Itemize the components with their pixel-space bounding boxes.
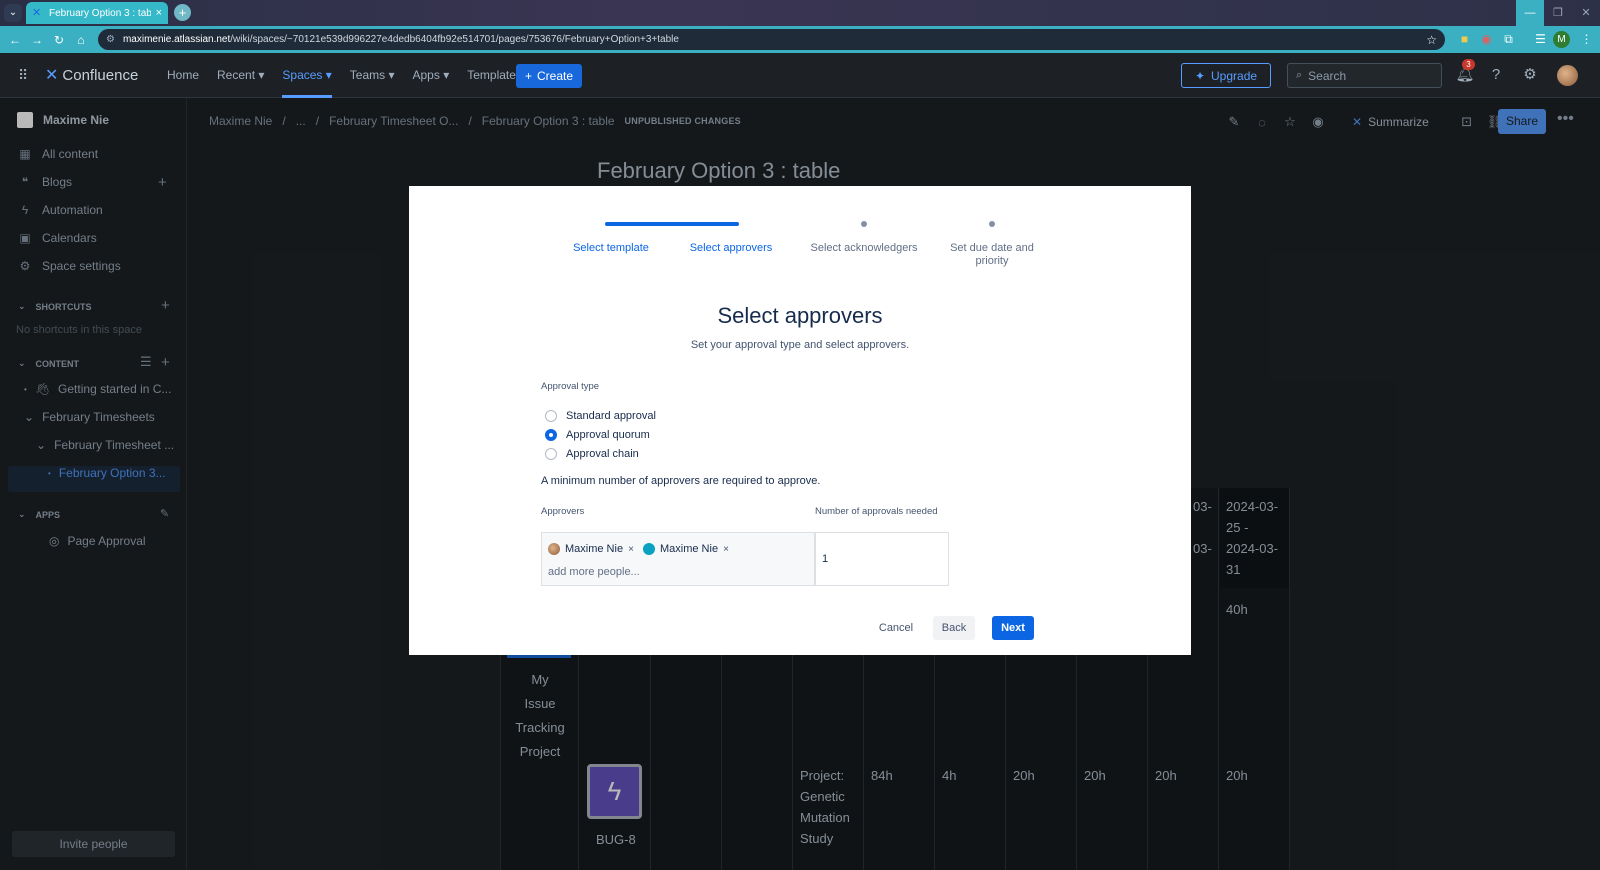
remove-approver-icon[interactable]: ×: [723, 544, 729, 555]
radio-button[interactable]: [545, 448, 557, 460]
address-bar[interactable]: ⚙ maximenie.atlassian.net/wiki/spaces/~7…: [98, 29, 1445, 50]
confluence-favicon-icon: ✕: [32, 7, 42, 19]
modal-title: Select approvers: [717, 303, 883, 328]
step-select-template: Select template: [573, 242, 649, 254]
upgrade-button[interactable]: ✦ Upgrade: [1181, 63, 1271, 88]
confluence-mark-icon: ✕: [45, 67, 59, 84]
sparkle-icon: ✦: [1194, 68, 1206, 83]
extensions-puzzle-icon[interactable]: ⧉: [1500, 31, 1517, 48]
nav-recent[interactable]: Recent ▾: [217, 53, 264, 98]
restore-button[interactable]: ❐: [1544, 0, 1572, 26]
step-dot: [861, 221, 867, 227]
notification-count-badge: 3: [1462, 59, 1475, 70]
nav-apps[interactable]: Apps ▾: [413, 53, 450, 98]
next-button[interactable]: Next: [992, 616, 1034, 640]
nav-templates[interactable]: Templates: [467, 53, 522, 98]
search-placeholder: Search: [1308, 68, 1347, 83]
user-avatar[interactable]: [1557, 65, 1578, 86]
reading-list-icon[interactable]: ☰: [1532, 31, 1549, 48]
step-select-approvers: Select approvers: [689, 242, 773, 254]
url-text: maximenie.atlassian.net/wiki/spaces/~701…: [122, 34, 679, 45]
browser-tab[interactable]: ✕ February Option 3 : table - Ma ×: [26, 2, 168, 24]
approver-chip: Maxime Nie ×: [643, 543, 729, 555]
approver-chip: Maxime Nie ×: [548, 543, 634, 555]
settings-gear-icon[interactable]: ⚙: [1520, 65, 1540, 85]
window-controls: — ❐ ✕: [1516, 0, 1600, 26]
profile-avatar[interactable]: M: [1553, 31, 1570, 48]
radio-button[interactable]: [545, 410, 557, 422]
step-set-due-date: Set due date and priority: [950, 242, 1034, 267]
approval-modal: Select template Select approvers Select …: [409, 186, 1191, 655]
site-info-icon[interactable]: ⚙: [106, 34, 115, 45]
extension-record-icon[interactable]: ◉: [1478, 31, 1495, 48]
radio-approval-quorum[interactable]: Approval quorum: [545, 429, 650, 441]
step-progress-bar: [605, 222, 739, 226]
nav-teams[interactable]: Teams ▾: [350, 53, 395, 98]
radio-button-selected[interactable]: [545, 429, 557, 441]
radio-standard-approval[interactable]: Standard approval: [545, 410, 656, 422]
approvers-label: Approvers: [541, 506, 585, 517]
num-approvals-label: Number of approvals needed: [815, 506, 938, 517]
reload-icon[interactable]: ↻: [48, 33, 70, 47]
product-name: Confluence: [62, 66, 139, 84]
num-approvals-input[interactable]: 1: [815, 532, 949, 586]
back-arrow-icon[interactable]: ←: [4, 33, 26, 47]
confluence-logo[interactable]: ✕ Confluence: [45, 65, 138, 85]
tab-title: February Option 3 : table - Ma: [49, 7, 151, 19]
cancel-button[interactable]: Cancel: [866, 616, 926, 640]
bookmark-star-icon[interactable]: ☆: [1426, 33, 1437, 47]
search-icon: ⌕: [1296, 69, 1303, 81]
forward-arrow-icon[interactable]: →: [26, 33, 48, 47]
tab-list-button[interactable]: ⌄: [4, 4, 22, 22]
window-close-button[interactable]: ✕: [1572, 0, 1600, 26]
approver-avatar: [548, 543, 560, 555]
step-dot: [989, 221, 995, 227]
add-people-input[interactable]: add more people...: [548, 566, 640, 578]
search-input[interactable]: ⌕ Search: [1287, 63, 1442, 88]
approval-type-label: Approval type: [541, 381, 600, 392]
new-tab-button[interactable]: +: [174, 4, 191, 21]
home-icon[interactable]: ⌂: [70, 33, 92, 47]
quorum-help-text: A minimum number of approvers are requir…: [541, 475, 821, 487]
back-button[interactable]: Back: [933, 616, 975, 640]
step-select-acknowledgers: Select acknowledgers: [810, 242, 918, 254]
minimize-button[interactable]: —: [1516, 0, 1544, 26]
browser-menu-icon[interactable]: ⋮: [1578, 31, 1595, 48]
app-header: ⠿ ✕ Confluence Home Recent ▾ Spaces ▾ Te…: [0, 53, 1600, 98]
top-navigation: Home Recent ▾ Spaces ▾ Teams ▾ Apps ▾ Te…: [167, 53, 522, 98]
create-button[interactable]: + Create: [516, 64, 582, 88]
approver-avatar: [643, 543, 655, 555]
radio-approval-chain[interactable]: Approval chain: [545, 448, 639, 460]
remove-approver-icon[interactable]: ×: [628, 544, 634, 555]
nav-home[interactable]: Home: [167, 53, 199, 98]
extension-notes-icon[interactable]: ■: [1456, 31, 1473, 48]
browser-toolbar: ← → ↻ ⌂ ⚙ maximenie.atlassian.net/wiki/s…: [0, 26, 1600, 53]
app-switcher-grid-icon[interactable]: ⠿: [18, 67, 34, 83]
help-icon[interactable]: ?: [1486, 65, 1506, 85]
modal-subtitle: Set your approval type and select approv…: [690, 339, 910, 351]
nav-spaces[interactable]: Spaces ▾: [282, 53, 333, 98]
plus-icon: +: [524, 69, 532, 83]
tab-close-icon[interactable]: ×: [156, 7, 162, 19]
approvers-picker[interactable]: Maxime Nie × Maxime Nie × add more peopl…: [541, 532, 815, 586]
browser-tab-bar: ⌄ ✕ February Option 3 : table - Ma × + —…: [0, 0, 1600, 26]
